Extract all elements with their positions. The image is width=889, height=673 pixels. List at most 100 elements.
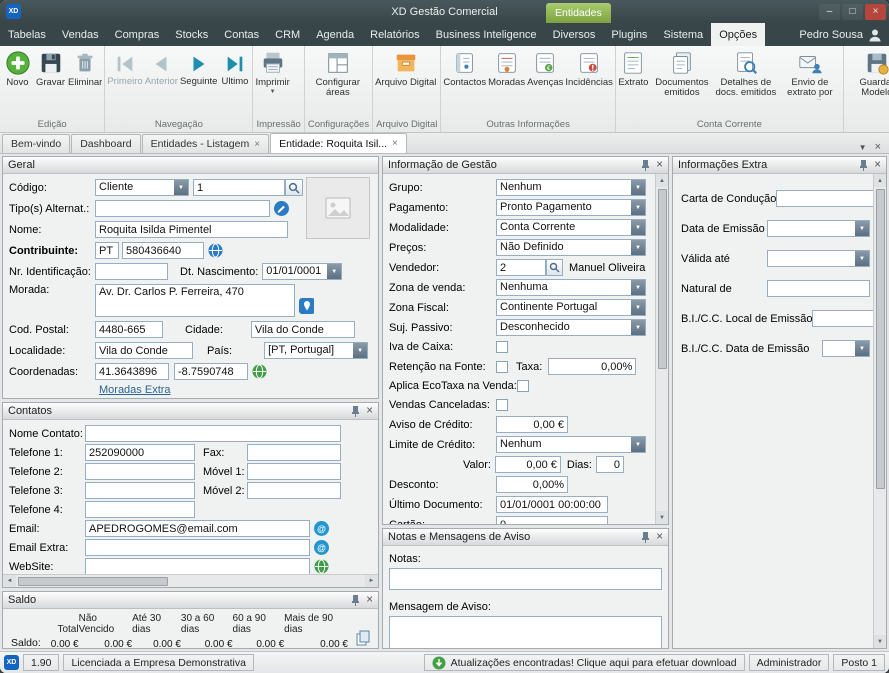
tab-entidade-roquita[interactable]: Entidade: Roquita Isil... × bbox=[270, 133, 407, 153]
localidade-input[interactable] bbox=[95, 342, 193, 359]
grupo-select[interactable]: Nenhum bbox=[496, 179, 646, 196]
menu-sistema[interactable]: Sistema bbox=[655, 23, 711, 46]
maximize-button[interactable]: □ bbox=[842, 4, 863, 20]
bicc-data-emissao-select[interactable] bbox=[822, 340, 870, 357]
context-tab-entidades[interactable]: Entidades bbox=[546, 3, 611, 23]
telefone1-input[interactable] bbox=[85, 444, 195, 461]
configurar-areas-button[interactable]: Configurar áreas bbox=[306, 47, 370, 99]
edit-icon[interactable] bbox=[274, 201, 289, 216]
tab-entidades-listagem[interactable]: Entidades - Listagem × bbox=[142, 134, 269, 153]
contribuinte-pais-input[interactable] bbox=[95, 242, 119, 259]
anterior-button[interactable]: Anterior bbox=[144, 47, 179, 87]
nome-input[interactable] bbox=[95, 221, 288, 238]
tab-close-icon[interactable]: × bbox=[392, 138, 398, 149]
desconto-input[interactable] bbox=[496, 476, 568, 493]
ecotaxa-checkbox[interactable] bbox=[517, 380, 529, 392]
tab-list-icon[interactable]: ▼ bbox=[859, 143, 867, 152]
pin-icon[interactable] bbox=[641, 531, 650, 543]
pin-icon[interactable] bbox=[351, 594, 360, 606]
coordinates-map-icon[interactable] bbox=[252, 364, 267, 379]
novo-button[interactable]: Novo bbox=[1, 47, 34, 88]
pin-icon[interactable] bbox=[859, 159, 868, 171]
nr-identificacao-input[interactable] bbox=[95, 263, 168, 280]
menu-contas[interactable]: Contas bbox=[216, 23, 267, 46]
website-input[interactable] bbox=[85, 558, 310, 575]
imprimir-button[interactable]: Imprimir ▼ bbox=[254, 47, 290, 96]
codigo-input[interactable] bbox=[193, 179, 285, 196]
contactos-button[interactable]: Contactos bbox=[442, 47, 487, 88]
tab-close-icon[interactable]: × bbox=[254, 139, 260, 150]
scrollbar-thumb[interactable] bbox=[876, 189, 885, 489]
telefone2-input[interactable] bbox=[85, 463, 195, 480]
avencas-button[interactable]: € Avenças bbox=[526, 47, 564, 88]
close-tab-icon[interactable]: × bbox=[875, 141, 881, 153]
movel2-input[interactable] bbox=[247, 482, 341, 499]
vies-check-icon[interactable] bbox=[208, 243, 223, 258]
fax-input[interactable] bbox=[247, 444, 341, 461]
menu-opcoes[interactable]: Opções bbox=[711, 23, 765, 46]
cod-postal-input[interactable] bbox=[95, 321, 163, 338]
scroll-left-icon[interactable] bbox=[3, 575, 16, 588]
panel-close-icon[interactable]: × bbox=[366, 405, 373, 417]
gestao-vscrollbar[interactable] bbox=[655, 174, 668, 524]
modalidade-select[interactable]: Conta Corrente bbox=[496, 219, 646, 236]
suj-passivo-select[interactable]: Desconhecido bbox=[496, 319, 646, 336]
limite-credito-select[interactable]: Nenhum bbox=[496, 436, 646, 453]
map-icon[interactable] bbox=[299, 298, 314, 313]
natural-de-input[interactable] bbox=[767, 280, 870, 297]
ultimo-button[interactable]: Último bbox=[218, 47, 251, 87]
nome-contato-input[interactable] bbox=[85, 425, 341, 442]
valor-input[interactable] bbox=[495, 456, 561, 473]
menu-agenda[interactable]: Agenda bbox=[308, 23, 362, 46]
incidencias-button[interactable]: Incidências bbox=[564, 47, 614, 88]
seguinte-button[interactable]: Seguinte bbox=[179, 47, 219, 87]
email-extra-icon[interactable] bbox=[314, 540, 329, 555]
scrollbar-thumb[interactable] bbox=[18, 577, 168, 586]
scroll-up-icon[interactable] bbox=[656, 174, 669, 187]
pais-select[interactable]: [PT, Portugal] bbox=[264, 342, 368, 359]
notas-input[interactable] bbox=[389, 568, 662, 590]
eliminar-button[interactable]: Eliminar bbox=[67, 47, 103, 88]
pagamento-select[interactable]: Pronto Pagamento bbox=[496, 199, 646, 216]
extrato-button[interactable]: Extrato bbox=[617, 47, 650, 88]
update-notification[interactable]: Atualizações encontradas! Clique aqui pa… bbox=[424, 654, 745, 671]
extra-vscrollbar[interactable] bbox=[873, 174, 886, 648]
contatos-hscrollbar[interactable] bbox=[3, 574, 378, 587]
panel-close-icon[interactable]: × bbox=[656, 159, 663, 171]
guardar-modelo-button[interactable]: Guardar Modelo bbox=[845, 47, 889, 99]
documentos-emitidos-button[interactable]: Documentos emitidos bbox=[650, 47, 714, 99]
zona-fiscal-select[interactable]: Continente Portugal bbox=[496, 299, 646, 316]
carta-conducao-input[interactable] bbox=[776, 190, 879, 207]
email-icon[interactable] bbox=[314, 521, 329, 536]
data-emissao-select[interactable] bbox=[767, 220, 870, 237]
panel-close-icon[interactable]: × bbox=[874, 159, 881, 171]
copy-icon[interactable] bbox=[356, 630, 370, 648]
mensagem-aviso-input[interactable] bbox=[389, 616, 662, 648]
vendedor-input[interactable] bbox=[496, 259, 546, 276]
scroll-down-icon[interactable] bbox=[874, 635, 887, 648]
dias-input[interactable] bbox=[596, 456, 624, 473]
menu-diversos[interactable]: Diversos bbox=[545, 23, 604, 46]
codigo-search-button[interactable] bbox=[285, 179, 303, 196]
valida-ate-select[interactable] bbox=[767, 250, 870, 267]
telefone3-input[interactable] bbox=[85, 482, 195, 499]
ultimo-documento-input[interactable] bbox=[496, 496, 608, 513]
taxa-input[interactable] bbox=[548, 358, 636, 375]
tab-dashboard[interactable]: Dashboard bbox=[71, 134, 140, 153]
vendas-canceladas-checkbox[interactable] bbox=[496, 399, 508, 411]
movel1-input[interactable] bbox=[247, 463, 341, 480]
precos-select[interactable]: Não Definido bbox=[496, 239, 646, 256]
moradas-extra-link[interactable]: Moradas Extra bbox=[99, 384, 171, 396]
tipos-alternat-input[interactable] bbox=[95, 200, 270, 217]
menu-crm[interactable]: CRM bbox=[267, 23, 308, 46]
zona-venda-select[interactable]: Nenhuma bbox=[496, 279, 646, 296]
telefone4-input[interactable] bbox=[85, 501, 195, 518]
menu-tabelas[interactable]: Tabelas bbox=[0, 23, 54, 46]
menu-stocks[interactable]: Stocks bbox=[167, 23, 216, 46]
detalhes-docs-button[interactable]: Detalhes de docs. emitidos bbox=[714, 47, 778, 99]
retencao-checkbox[interactable] bbox=[496, 361, 508, 373]
gravar-button[interactable]: Gravar bbox=[34, 47, 67, 88]
close-button[interactable]: × bbox=[865, 4, 886, 20]
menu-compras[interactable]: Compras bbox=[107, 23, 168, 46]
cartao-input[interactable] bbox=[496, 516, 608, 524]
